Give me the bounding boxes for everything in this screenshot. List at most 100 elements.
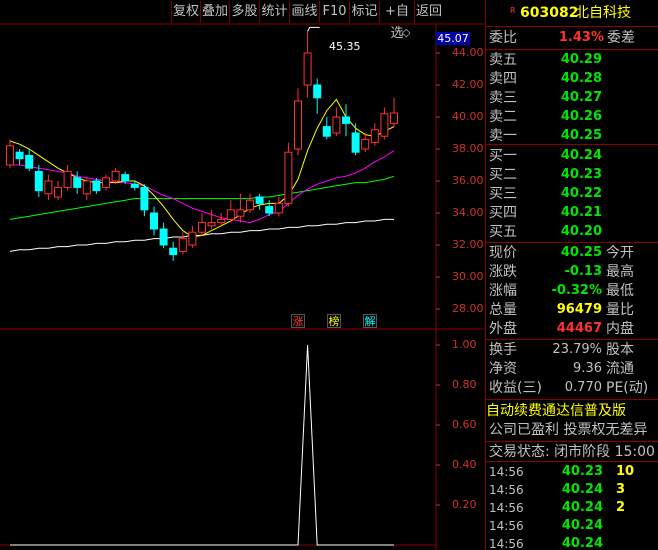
quote-label2: 今开 xyxy=(606,245,634,261)
candle-16 xyxy=(159,222,168,249)
tick-time: 14:56 xyxy=(489,465,524,479)
toolbar-btn-1[interactable]: 叠加 xyxy=(200,1,229,23)
candle-4 xyxy=(44,174,53,201)
candle-1 xyxy=(15,149,24,165)
indicator-tick-4: 0.20 xyxy=(452,498,477,511)
toolbar-btn-6[interactable]: 标记 xyxy=(349,1,379,23)
bid-price: 40.24 xyxy=(560,148,602,163)
tick-price: 40.24 xyxy=(561,500,603,515)
tick-row-3: 14:56 40.24 xyxy=(486,516,658,536)
tick-price: 40.24 xyxy=(561,518,603,533)
ask-price: 40.28 xyxy=(560,71,602,86)
stat-value: 23.79% xyxy=(552,342,602,357)
candle-6 xyxy=(63,165,72,191)
candle-22 xyxy=(217,213,226,226)
candle-40 xyxy=(390,97,398,127)
candle-31 xyxy=(303,31,312,98)
ask-row-3[interactable]: 卖二 40.26 xyxy=(486,107,658,127)
price-tick-3: 38.00 xyxy=(452,142,484,155)
toolbar-btn-2[interactable]: 多股 xyxy=(229,1,259,23)
candle-23 xyxy=(226,200,235,223)
candle-25 xyxy=(246,193,254,213)
quote-label: 外盘 xyxy=(489,321,517,337)
bid-price: 40.21 xyxy=(560,205,602,220)
quote-row-3: 总量 96479 量比 xyxy=(486,300,658,320)
kline-chart[interactable] xyxy=(0,0,484,550)
quote-label: 现价 xyxy=(489,245,517,261)
ask-row-4[interactable]: 卖一 40.25 xyxy=(486,126,658,146)
candle-14 xyxy=(140,184,149,217)
stat-label: 换手 xyxy=(489,342,517,358)
tick-row-2: 14:56 40.24 2 xyxy=(486,498,658,518)
quote-row-0: 现价 40.25 今开 xyxy=(486,243,658,263)
stock-badge: R xyxy=(510,6,516,15)
stat-label2: 股本 xyxy=(606,342,634,358)
ask-label: 卖五 xyxy=(489,52,517,68)
ask-row-0[interactable]: 卖五 40.29 xyxy=(486,50,658,70)
tick-row-4: 14:56 40.24 xyxy=(486,534,658,550)
candle-3 xyxy=(34,165,43,197)
bid-row-3[interactable]: 买四 40.21 xyxy=(486,203,658,223)
indicator-line xyxy=(10,344,394,546)
price-tick-8: 28.00 xyxy=(452,302,484,315)
tag-2[interactable]: 解 xyxy=(363,314,377,328)
candle-7 xyxy=(73,171,82,194)
indicator-tick-1: 0.80 xyxy=(452,378,477,391)
candle-32 xyxy=(313,78,322,114)
bid-price: 40.23 xyxy=(560,167,602,182)
candle-8 xyxy=(82,177,91,201)
peak-price-label: 45.35 xyxy=(329,40,361,53)
stock-header: R 603082 北自科技 xyxy=(486,3,658,25)
toolbar-btn-5[interactable]: F10 xyxy=(319,1,349,23)
tick-volume: 3 xyxy=(616,482,626,497)
ask-label: 卖二 xyxy=(489,109,517,125)
candle-0 xyxy=(6,139,14,169)
tick-time: 14:56 xyxy=(489,519,524,533)
stat-label2: PE(动) xyxy=(606,380,649,396)
candle-35 xyxy=(342,104,350,137)
candle-36 xyxy=(351,123,360,156)
ask-label: 卖一 xyxy=(489,128,517,144)
toolbar-btn-8[interactable]: 返回 xyxy=(414,1,443,23)
quote-label2: 内盘 xyxy=(606,321,634,337)
price-tick-7: 30.00 xyxy=(452,270,484,283)
toolbar-btn-4[interactable]: 画线 xyxy=(289,1,319,23)
candle-20 xyxy=(198,213,206,236)
toolbar-btn-7[interactable]: +自选 xyxy=(379,1,414,41)
toolbar: 复权 叠加 多股 统计 画线 F10 标记 +自选 返回 xyxy=(0,1,484,41)
bid-row-2[interactable]: 买三 40.22 xyxy=(486,184,658,204)
quote-value: 44467 xyxy=(556,321,602,336)
stat-row-0: 换手 23.79% 股本 xyxy=(486,340,658,360)
stat-value: 9.36 xyxy=(573,361,602,376)
quote-label2: 最低 xyxy=(606,283,634,299)
stock-name: 北自科技 xyxy=(575,5,631,21)
bid-label: 买二 xyxy=(489,167,517,183)
candle-26 xyxy=(255,193,264,210)
tick-volume: 2 xyxy=(616,500,626,515)
candle-15 xyxy=(150,206,158,236)
diamond-icon[interactable]: ◇ xyxy=(402,26,410,39)
bid-row-0[interactable]: 买一 40.24 xyxy=(486,146,658,166)
tick-row-1: 14:56 40.24 3 xyxy=(486,480,658,500)
stat-value: 0.770 xyxy=(564,380,602,395)
stat-label2: 流通 xyxy=(606,361,634,377)
notice-line1[interactable]: 自动续费通达信普及版 xyxy=(486,401,626,421)
ask-price: 40.29 xyxy=(560,52,602,67)
candle-17 xyxy=(169,241,178,261)
ask-row-1[interactable]: 卖四 40.28 xyxy=(486,69,658,89)
candle-33 xyxy=(322,117,331,140)
tag-1[interactable]: 榜 xyxy=(327,314,341,328)
order-ratio-row: 委比 1.43% 委差 xyxy=(489,30,635,46)
bid-row-4[interactable]: 买五 40.20 xyxy=(486,222,658,242)
candle-30 xyxy=(294,88,302,156)
ask-row-2[interactable]: 卖三 40.27 xyxy=(486,88,658,108)
indicator-tick-0: 1.00 xyxy=(452,338,477,351)
toolbar-btn-0[interactable]: 复权 xyxy=(171,1,200,23)
toolbar-btn-3[interactable]: 统计 xyxy=(259,1,289,23)
stat-label: 净资 xyxy=(489,361,517,377)
price-tick-1: 42.00 xyxy=(452,78,484,91)
indicator-tick-3: 0.40 xyxy=(452,458,477,471)
tag-0[interactable]: 涨 xyxy=(291,314,305,328)
bid-row-1[interactable]: 买二 40.23 xyxy=(486,165,658,185)
quote-label: 涨幅 xyxy=(489,283,517,299)
